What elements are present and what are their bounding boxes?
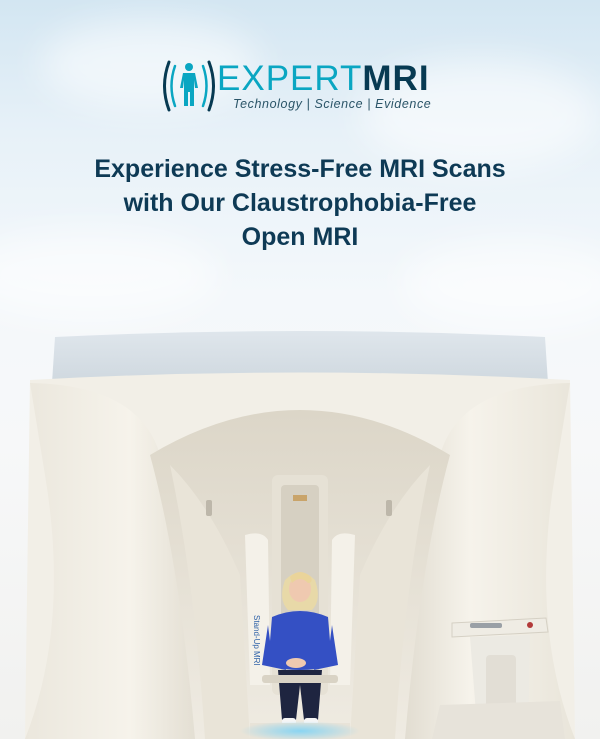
headline-line-1: Experience Stress-Free MRI Scans xyxy=(94,155,506,183)
human-figure-icon xyxy=(163,60,215,112)
brand-tagline: Technology | Science | Evidence xyxy=(233,97,432,111)
headline-line-2: with Our Claustrophobia-Free xyxy=(123,189,477,217)
brand-name: EXPERTMRI xyxy=(217,59,430,99)
brand-name-part1: EXPERT xyxy=(217,59,363,98)
headline-line-3: Open MRI xyxy=(241,223,359,251)
mri-scanner-image: Stand-Up MRI xyxy=(25,331,575,739)
brand-name-part2: MRI xyxy=(362,59,430,98)
svg-text:Stand-Up MRI: Stand-Up MRI xyxy=(252,615,261,666)
brand-logo[interactable]: EXPERTMRI Technology | Science | Evidenc… xyxy=(163,58,443,114)
promo-page: EXPERTMRI Technology | Science | Evidenc… xyxy=(0,0,600,739)
headline: Experience Stress-Free MRI Scans with Ou… xyxy=(30,152,570,254)
